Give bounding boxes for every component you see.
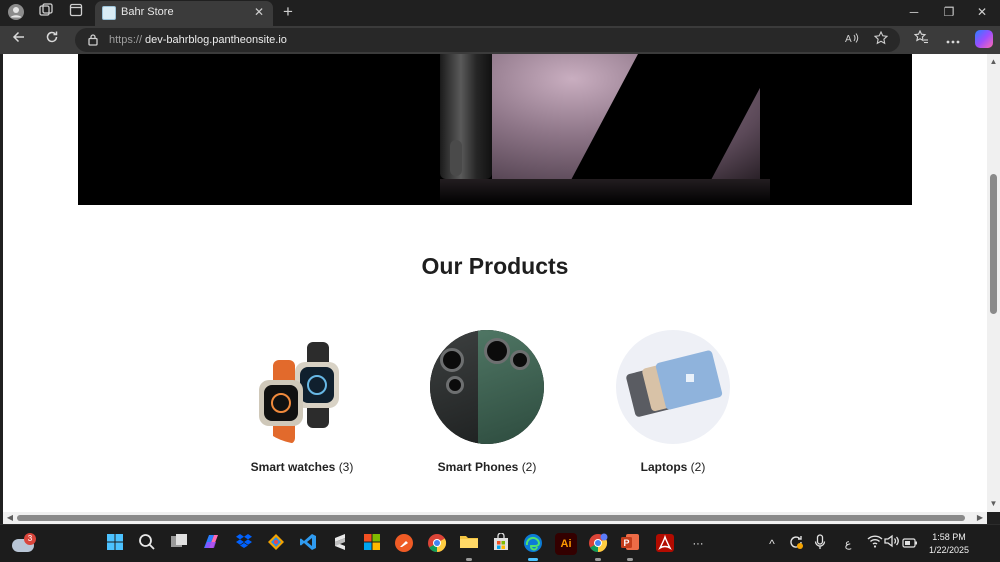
close-window-button[interactable]: ✕: [968, 2, 996, 22]
watch-dial-graphic: [307, 375, 327, 395]
camera-lens-graphic: [440, 348, 464, 372]
product-name: Laptops: [640, 460, 688, 474]
color-grid-app-icon[interactable]: [361, 533, 383, 555]
sublime-text-icon[interactable]: [329, 533, 351, 555]
clock-time: 1:58 PM: [932, 532, 966, 542]
tray-chevron-icon[interactable]: ^: [762, 534, 782, 554]
weather-badge: 3: [24, 533, 36, 545]
scroll-right-icon[interactable]: ▶: [974, 512, 986, 524]
sourcetree-icon[interactable]: [265, 533, 287, 555]
laptops-image[interactable]: [616, 330, 730, 444]
chrome-icon[interactable]: [426, 533, 448, 555]
url-host: dev-bahrblog.pantheonsite.io: [145, 34, 287, 46]
vscode-icon[interactable]: [297, 533, 319, 555]
illustrator-icon[interactable]: Ai: [555, 533, 577, 555]
weather-widget[interactable]: 3: [12, 533, 36, 555]
refresh-icon[interactable]: [42, 30, 62, 50]
search-icon[interactable]: [136, 533, 158, 555]
postman-icon[interactable]: [393, 533, 415, 555]
copilot-icon[interactable]: [975, 30, 993, 48]
address-bar[interactable]: https:// dev-bahrblog.pantheonsite.io A: [75, 28, 900, 52]
task-view-icon[interactable]: [168, 533, 190, 555]
edge-icon[interactable]: [522, 533, 544, 561]
horizontal-scrollbar[interactable]: ◀ ▶: [3, 512, 987, 524]
product-label[interactable]: Smart Phones (2): [422, 460, 552, 474]
watch-dial-graphic: [271, 393, 291, 413]
star-icon[interactable]: [872, 30, 890, 49]
volume-icon[interactable]: [882, 534, 902, 554]
product-category-smart-phones[interactable]: Smart Phones (2): [422, 330, 552, 474]
camera-lens-graphic: [484, 338, 510, 364]
new-tab-button[interactable]: +: [278, 2, 298, 22]
vertical-scroll-thumb[interactable]: [990, 174, 997, 314]
microphone-icon[interactable]: [810, 534, 830, 554]
start-icon[interactable]: [104, 533, 126, 555]
minimize-button[interactable]: ─: [900, 2, 928, 22]
tab-actions-icon[interactable]: [66, 3, 86, 23]
input-language-indicator[interactable]: ع: [838, 534, 858, 554]
active-tab[interactable]: Bahr Store ✕: [95, 1, 273, 26]
browser-toolbar: https:// dev-bahrblog.pantheonsite.io A: [0, 26, 1000, 54]
windows-logo-icon: [686, 374, 694, 382]
phone-reflection-graphic: [440, 179, 770, 205]
scroll-up-icon[interactable]: ▲: [987, 56, 1000, 68]
hero-banner-image: [78, 54, 912, 205]
svg-text:P: P: [624, 538, 630, 548]
product-name: Smart Phones: [437, 460, 519, 474]
product-label[interactable]: Smart watches (3): [237, 460, 367, 474]
workspaces-icon[interactable]: [36, 3, 56, 23]
url-scheme: https://: [109, 34, 143, 46]
product-count: (2): [521, 460, 537, 474]
phone-button-graphic: [450, 140, 462, 176]
windows-taskbar: 3 Ai P ··· ^ ع 1:58 PM 1/22/2025: [0, 524, 1000, 562]
vertical-scrollbar[interactable]: ▲ ▼: [987, 54, 1000, 512]
microsoft-store-icon[interactable]: [490, 532, 512, 555]
product-name: Smart watches: [250, 460, 336, 474]
tab-strip: Bahr Store ✕ + ─ ❐ ✕: [0, 0, 1000, 26]
smart-phones-image[interactable]: [430, 330, 544, 444]
lock-icon[interactable]: [87, 33, 101, 47]
horizontal-scroll-thumb[interactable]: [17, 515, 965, 521]
back-arrow-icon[interactable]: [9, 30, 29, 50]
dropbox-icon[interactable]: [233, 533, 255, 555]
section-title: Our Products: [421, 253, 569, 279]
copilot-app-icon[interactable]: [200, 533, 222, 555]
system-clock[interactable]: 1:58 PM 1/22/2025: [920, 531, 978, 557]
scroll-down-icon[interactable]: ▼: [987, 498, 1000, 510]
camera-lens-graphic: [510, 350, 530, 370]
favorites-icon[interactable]: [911, 29, 931, 50]
clock-date: 1/22/2025: [928, 545, 970, 555]
svg-text:A: A: [845, 34, 852, 44]
phone-edge-graphic: [440, 54, 492, 179]
tab-title: Bahr Store: [121, 6, 174, 18]
file-explorer-icon[interactable]: [458, 533, 480, 561]
sync-icon[interactable]: [786, 534, 806, 554]
read-aloud-icon[interactable]: A: [843, 31, 861, 49]
more-apps-icon[interactable]: ···: [687, 533, 709, 555]
more-icon[interactable]: [943, 30, 963, 50]
tab-close-button[interactable]: ✕: [251, 4, 267, 20]
powerpoint-icon[interactable]: P: [619, 533, 641, 561]
scroll-left-icon[interactable]: ◀: [4, 512, 16, 524]
battery-icon[interactable]: [900, 534, 920, 554]
site-favicon-icon: [102, 6, 116, 20]
acrobat-icon[interactable]: [654, 533, 676, 555]
product-label[interactable]: Laptops (2): [608, 460, 738, 474]
camera-lens-graphic: [446, 376, 464, 394]
product-category-smart-watches[interactable]: Smart watches (3): [237, 330, 367, 474]
maximize-button[interactable]: ❐: [935, 2, 963, 22]
page-viewport: Our Products Smart watches (3) Smart Pho…: [3, 54, 987, 512]
smart-watches-image[interactable]: [245, 330, 359, 444]
chrome-profile-icon[interactable]: [587, 533, 609, 561]
product-category-laptops[interactable]: Laptops (2): [608, 330, 738, 474]
profile-icon[interactable]: [6, 3, 26, 23]
product-count: (3): [338, 460, 354, 474]
product-count: (2): [690, 460, 706, 474]
